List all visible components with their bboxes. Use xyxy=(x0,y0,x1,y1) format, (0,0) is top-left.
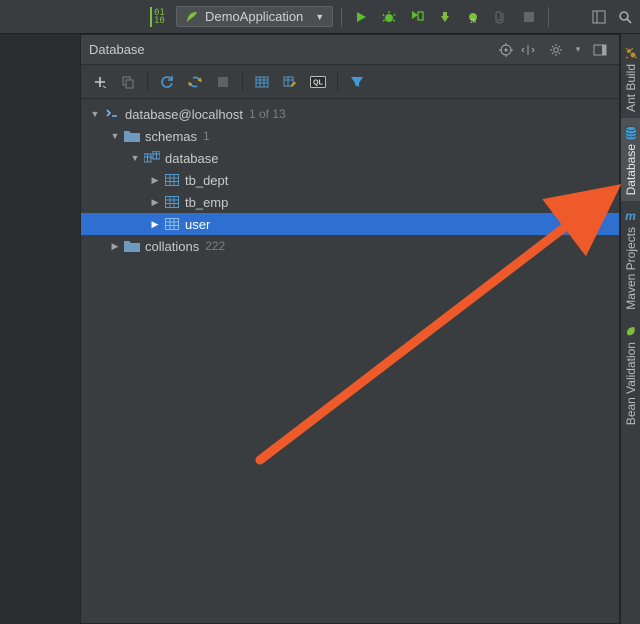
debug-jr-button[interactable]: JR xyxy=(462,6,484,28)
settings-icon[interactable] xyxy=(545,39,567,61)
coverage-button[interactable] xyxy=(406,6,428,28)
chevron-down-icon: ▼ xyxy=(315,12,324,22)
rail-tab-database[interactable]: Database xyxy=(621,118,640,201)
table-view-icon[interactable] xyxy=(249,69,275,95)
schemas-node[interactable]: ▼ schemas 1 xyxy=(81,125,619,147)
main-toolbar: 01 10 DemoApplication ▼ JR xyxy=(0,0,640,34)
refresh-button[interactable] xyxy=(154,69,180,95)
rail-tab-ant[interactable]: Ant Build xyxy=(621,38,640,118)
profile-button[interactable] xyxy=(434,6,456,28)
run-button[interactable] xyxy=(350,6,372,28)
table-node[interactable]: ▶ tb_dept xyxy=(81,169,619,191)
duplicate-button[interactable] xyxy=(115,69,141,95)
table-icon xyxy=(163,195,181,209)
sync-button[interactable] xyxy=(182,69,208,95)
collations-node[interactable]: ▶ collations 222 xyxy=(81,235,619,257)
toolbar-separator xyxy=(548,7,549,27)
panel-header: Database ▾ xyxy=(81,35,619,65)
table-icon xyxy=(163,173,181,187)
folder-icon xyxy=(123,129,141,143)
svg-text:QL: QL xyxy=(313,79,323,86)
database-panel: Database ▾ xyxy=(80,34,620,624)
expand-arrow-icon[interactable]: ▶ xyxy=(109,240,121,252)
binary-icon[interactable]: 01 10 xyxy=(150,7,170,27)
database-icon xyxy=(624,126,638,140)
bean-icon xyxy=(624,324,638,338)
folder-icon xyxy=(123,239,141,253)
panel-toolbar: QL xyxy=(81,65,619,99)
maven-icon: m xyxy=(624,209,638,223)
rail-tab-bean[interactable]: Bean Validation xyxy=(621,316,640,431)
expand-arrow-icon[interactable]: ▼ xyxy=(129,152,141,164)
stop-button[interactable] xyxy=(518,6,540,28)
debug-button[interactable] xyxy=(378,6,400,28)
split-icon[interactable] xyxy=(517,39,539,61)
toolbar-separator xyxy=(341,7,342,27)
ant-icon xyxy=(624,46,638,60)
table-icon xyxy=(163,217,181,231)
toolbar-separator xyxy=(242,72,243,92)
console-button[interactable]: QL xyxy=(305,69,331,95)
config-name: DemoApplication xyxy=(205,9,303,24)
hide-panel-icon[interactable] xyxy=(589,39,611,61)
schema-icon xyxy=(143,151,161,165)
datasource-icon xyxy=(103,107,121,121)
target-icon[interactable] xyxy=(495,39,517,61)
tree[interactable]: ▼ database@localhost 1 of 13 ▼ schemas 1… xyxy=(81,99,619,257)
rail-tab-maven[interactable]: m Maven Projects xyxy=(621,201,640,316)
expand-arrow-icon[interactable]: ▼ xyxy=(89,108,101,120)
expand-arrow-icon[interactable]: ▶ xyxy=(149,218,161,230)
right-tool-rail: Ant Build Database m Maven Projects Bean… xyxy=(620,34,640,624)
layout-icon[interactable] xyxy=(588,6,610,28)
add-datasource-button[interactable] xyxy=(87,69,113,95)
svg-text:JR: JR xyxy=(470,19,477,24)
expand-arrow-icon[interactable]: ▶ xyxy=(149,174,161,186)
spring-leaf-icon xyxy=(185,10,199,24)
expand-arrow-icon[interactable]: ▶ xyxy=(149,196,161,208)
toolbar-separator xyxy=(147,72,148,92)
table-node[interactable]: ▶ tb_emp xyxy=(81,191,619,213)
settings-chevron-icon[interactable]: ▾ xyxy=(567,39,589,61)
database-node[interactable]: ▼ database xyxy=(81,147,619,169)
left-gutter xyxy=(0,34,80,624)
filter-icon[interactable] xyxy=(344,69,370,95)
panel-title: Database xyxy=(89,42,145,57)
edit-table-icon[interactable] xyxy=(277,69,303,95)
toolbar-separator xyxy=(337,72,338,92)
search-everywhere-icon[interactable] xyxy=(614,6,636,28)
attach-button[interactable] xyxy=(490,6,512,28)
run-config-selector[interactable]: DemoApplication ▼ xyxy=(176,6,333,27)
expand-arrow-icon[interactable]: ▼ xyxy=(109,130,121,142)
table-node[interactable]: ▶ user xyxy=(81,213,619,235)
datasource-node[interactable]: ▼ database@localhost 1 of 13 xyxy=(81,103,619,125)
stop-button[interactable] xyxy=(210,69,236,95)
